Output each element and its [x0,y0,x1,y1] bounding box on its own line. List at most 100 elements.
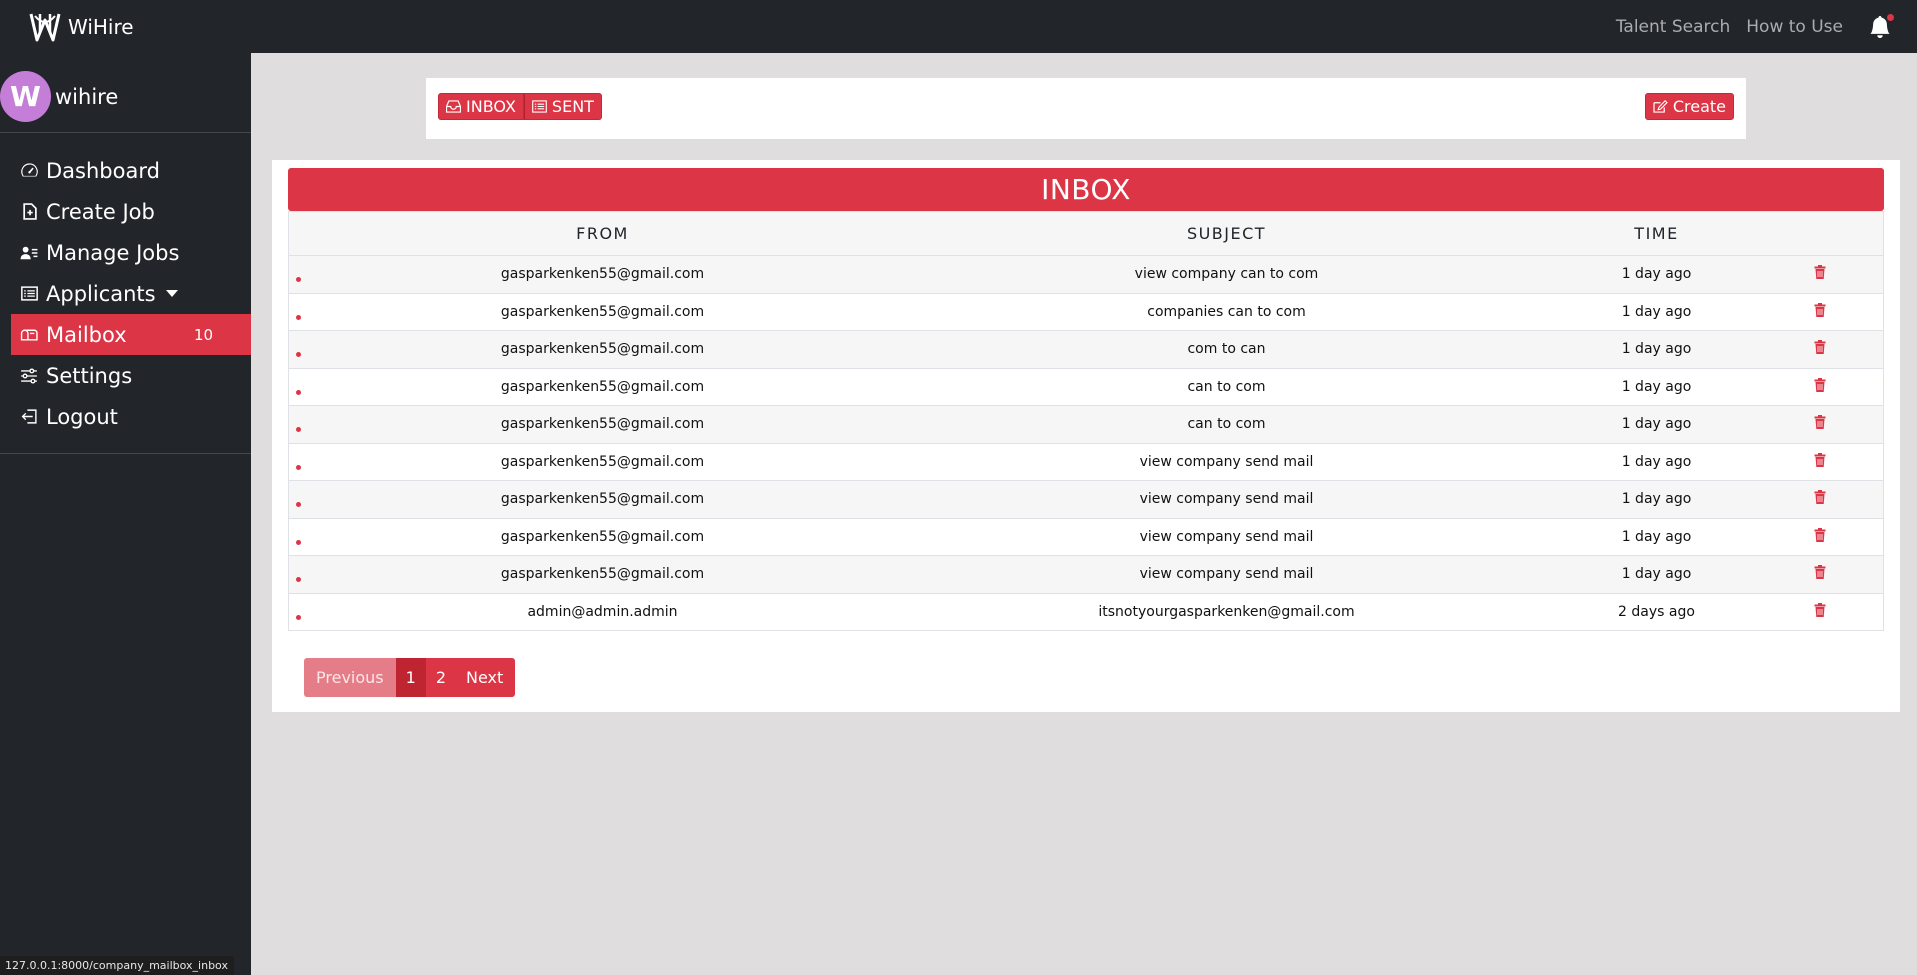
delete-mail-button[interactable] [1756,368,1884,406]
profile: W wihire [0,61,251,133]
delete-mail-button[interactable] [1756,293,1884,331]
inbox-card: INBOX FROM SUBJECT TIME gasparkenken55@g… [272,160,1900,712]
speedometer-icon [18,161,40,181]
next-page-button[interactable]: Next [456,658,516,697]
mail-from: gasparkenken55@gmail.com [308,518,897,556]
mail-from: gasparkenken55@gmail.com [308,480,897,519]
table-header-blank [288,211,309,256]
mail-from: gasparkenken55@gmail.com [308,555,897,594]
unread-indicator-cell [288,255,309,294]
mail-subject[interactable]: view company send mail [896,518,1557,556]
table-row[interactable]: gasparkenken55@gmail.com view company sen… [288,518,1884,556]
table-row[interactable]: gasparkenken55@gmail.com view company can… [288,255,1884,294]
inbox-rows: gasparkenken55@gmail.com view company can… [288,255,1884,631]
mail-time: 1 day ago [1556,555,1757,594]
delete-mail-button[interactable] [1756,443,1884,481]
sent-button[interactable]: SENT [523,93,602,120]
unread-indicator-cell [288,330,309,369]
delete-mail-button[interactable] [1756,255,1884,294]
how-to-use-link[interactable]: How to Use [1746,17,1843,37]
mail-time: 1 day ago [1556,443,1757,481]
table-row[interactable]: gasparkenken55@gmail.com can to com 1 day … [288,405,1884,444]
trash-icon [1814,565,1826,580]
mail-time: 1 day ago [1556,405,1757,444]
page-2-button[interactable]: 2 [425,658,456,697]
table-row[interactable]: gasparkenken55@gmail.com companies can to… [288,293,1884,331]
unread-dot-icon [296,389,302,395]
table-row[interactable]: gasparkenken55@gmail.com can to com 1 day … [288,368,1884,406]
delete-mail-button[interactable] [1756,480,1884,519]
sidebar-item-mailbox[interactable]: Mailbox 10 [11,314,251,355]
table-row[interactable]: gasparkenken55@gmail.com view company sen… [288,480,1884,519]
create-mail-button[interactable]: Create [1644,93,1734,120]
trash-icon [1814,265,1826,280]
table-row[interactable]: gasparkenken55@gmail.com com to can 1 day … [288,330,1884,369]
table-header-row: FROM SUBJECT TIME [288,211,1884,256]
mail-subject[interactable]: view company send mail [896,443,1557,481]
unread-indicator-cell [288,480,309,519]
table-row[interactable]: gasparkenken55@gmail.com view company sen… [288,555,1884,594]
top-navbar: WiHire Talent Search How to Use [0,0,1917,53]
unread-dot-icon [296,427,302,433]
avatar: W [0,71,51,122]
previous-page-button[interactable]: Previous [304,658,396,697]
sidebar-item-applicants[interactable]: Applicants [11,273,251,314]
mail-time: 1 day ago [1556,518,1757,556]
wihire-logo-icon [29,13,61,41]
brand-name: WiHire [68,14,134,39]
file-plus-icon [18,202,40,222]
unread-indicator-cell [288,555,309,594]
mailbox-toolbar: INBOX SENT Create [426,78,1746,139]
delete-mail-button[interactable] [1756,593,1884,631]
create-button-label: Create [1672,97,1726,116]
chevron-down-icon [165,290,178,297]
page-1-button[interactable]: 1 [395,658,426,697]
unread-indicator-cell [288,368,309,406]
sidebar-item-label: Manage Jobs [46,240,180,265]
unread-dot-icon [296,539,302,545]
mail-subject[interactable]: view company can to com [896,255,1557,294]
trash-icon [1814,602,1826,617]
unread-dot-icon [296,277,302,283]
brand[interactable]: WiHire [28,12,134,42]
trash-icon [1814,377,1826,392]
mail-subject[interactable]: com to can [896,330,1557,369]
mail-subject[interactable]: view company send mail [896,480,1557,519]
delete-mail-button[interactable] [1756,518,1884,556]
sidebar-item-logout[interactable]: Logout [11,396,251,437]
sidebar-item-label: Applicants [46,281,156,306]
delete-mail-button[interactable] [1756,405,1884,444]
sidebar-item-dashboard[interactable]: Dashboard [11,150,251,191]
sent-list-icon [532,100,547,113]
table-row[interactable]: gasparkenken55@gmail.com view company sen… [288,443,1884,481]
trash-icon [1814,490,1826,505]
delete-mail-button[interactable] [1756,330,1884,369]
person-lines-icon [18,243,40,263]
talent-search-link[interactable]: Talent Search [1616,17,1730,37]
trash-icon [1814,415,1826,430]
inbox-button[interactable]: INBOX [438,93,524,120]
mail-subject[interactable]: can to com [896,405,1557,444]
mailbox-count-badge: 10 [194,325,214,344]
notifications-button[interactable] [1869,13,1894,38]
table-row[interactable]: admin@admin.admin itsnotyourgasparkenken@… [288,593,1884,631]
mail-subject[interactable]: view company send mail [896,555,1557,594]
mail-subject[interactable]: itsnotyourgasparkenken@gmail.com [896,593,1557,631]
unread-dot-icon [296,314,302,320]
sidebar: W wihire Dashboard Create Job Manage Job… [0,53,251,975]
unread-dot-icon [296,614,302,620]
status-bar-url: 127.0.0.1:8000/company_mailbox_inbox [0,956,234,975]
mail-subject[interactable]: companies can to com [896,293,1557,331]
profile-name: wihire [55,84,119,109]
sidebar-item-manage-jobs[interactable]: Manage Jobs [11,232,251,273]
mail-subject[interactable]: can to com [896,368,1557,406]
unread-indicator-cell [288,518,309,556]
mail-time: 1 day ago [1556,480,1757,519]
delete-mail-button[interactable] [1756,555,1884,594]
sidebar-item-label: Mailbox [46,322,127,347]
sidebar-item-settings[interactable]: Settings [11,355,251,396]
sidebar-item-create-job[interactable]: Create Job [11,191,251,232]
trash-icon [1814,527,1826,542]
sidebar-item-label: Create Job [46,199,155,224]
unread-dot-icon [296,352,302,358]
